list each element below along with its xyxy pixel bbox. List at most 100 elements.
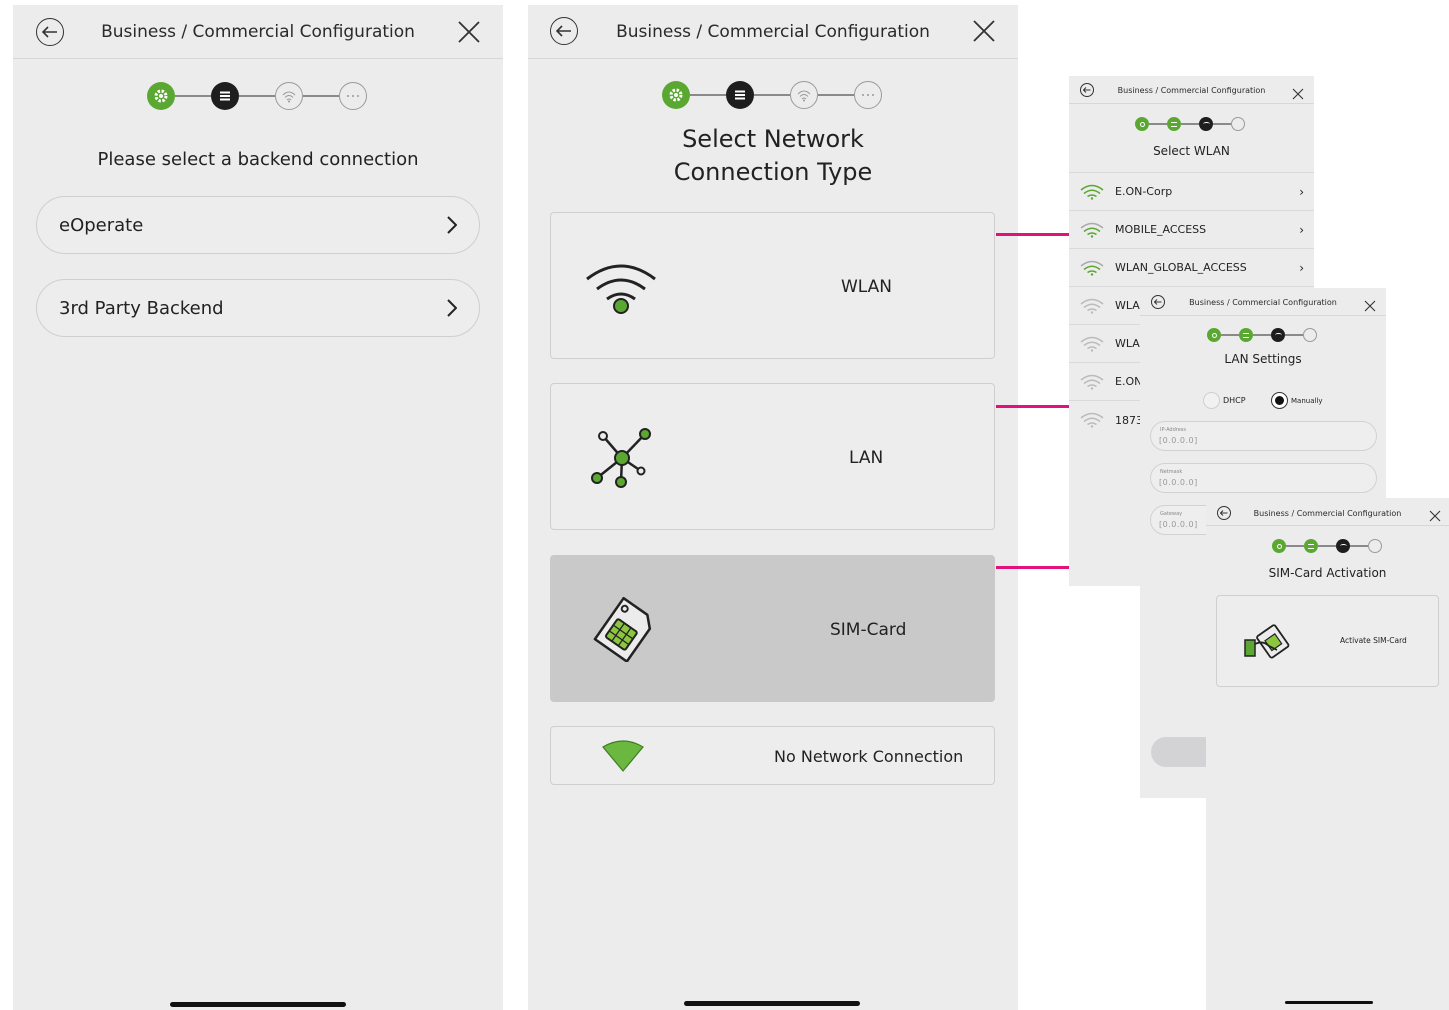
header: Business / Commercial Configuration: [1140, 288, 1386, 316]
step-network-todo: [790, 81, 818, 109]
chevron-right-icon: [447, 216, 457, 234]
step-backend-done: [1167, 117, 1181, 131]
close-icon: [973, 20, 995, 42]
header: Business / Commercial Configuration: [1206, 498, 1449, 526]
wifi-strong-icon: [1080, 184, 1104, 200]
option-sim-card[interactable]: SIM-Card: [550, 555, 995, 702]
wlan-name: WLA: [1115, 337, 1140, 350]
close-icon: [1364, 300, 1376, 312]
option-label: WLAN: [841, 277, 893, 297]
wlan-name: 1873: [1115, 413, 1143, 427]
option-wlan[interactable]: WLAN: [550, 212, 995, 359]
wlan-name: WLA: [1115, 299, 1140, 312]
page-title: Select Network Connection Type: [528, 123, 1018, 189]
radio-manually[interactable]: Manually: [1271, 392, 1323, 409]
page-title-line2: Connection Type: [673, 158, 873, 186]
step-network-active: [1199, 117, 1213, 131]
wlan-row[interactable]: WLAN_GLOBAL_ACCESS ›: [1069, 249, 1314, 287]
wifi-weak-icon: [1080, 374, 1104, 390]
page-title: Select WLAN: [1153, 144, 1230, 158]
close-button[interactable]: [972, 19, 996, 47]
list-icon: [735, 90, 745, 100]
chevron-right-icon: ›: [1299, 260, 1304, 275]
wifi-weak-icon: [1080, 412, 1104, 428]
field-value: [0.0.0.0]: [1159, 478, 1198, 487]
netmask-field[interactable]: Netmask [0.0.0.0]: [1150, 463, 1377, 493]
ip-address-field[interactable]: IP-Address [0.0.0.0]: [1150, 421, 1377, 451]
chevron-right-icon: [447, 299, 457, 317]
chevron-right-icon: ›: [1299, 222, 1304, 237]
option-label: 3rd Party Backend: [59, 297, 224, 319]
step-backend-done: [1304, 539, 1318, 553]
step-settings-done: [662, 81, 690, 109]
step-backend-active: [726, 81, 754, 109]
activate-label: Activate SIM-Card: [1340, 636, 1407, 645]
option-lan[interactable]: LAN: [550, 383, 995, 530]
progress-stepper: [147, 82, 367, 110]
connector-wlan: [996, 233, 1070, 236]
step-settings-done: [1135, 117, 1149, 131]
step-more-todo: [854, 81, 882, 109]
option-label: No Network Connection: [774, 747, 964, 766]
step-backend-done: [1239, 328, 1253, 342]
close-button[interactable]: [1429, 507, 1441, 526]
step-settings-done: [1272, 539, 1286, 553]
wlan-name: E.ON: [1115, 375, 1143, 388]
wifi-icon: [586, 264, 656, 314]
activate-sim-card-button[interactable]: Activate SIM-Card: [1216, 595, 1439, 687]
header: Business / Commercial Configuration: [13, 5, 503, 59]
wifi-weak-icon: [1080, 336, 1104, 352]
chevron-right-icon: ›: [1299, 184, 1304, 199]
wifi-weak-icon: [1080, 298, 1104, 314]
close-button[interactable]: [1364, 297, 1376, 316]
option-eoperate[interactable]: eOperate: [36, 196, 480, 254]
wifi-icon: [797, 90, 811, 102]
home-indicator: [1285, 1001, 1373, 1004]
wlan-name: WLAN_GLOBAL_ACCESS: [1115, 261, 1247, 274]
option-label: eOperate: [59, 214, 144, 236]
step-more-todo: [1303, 328, 1317, 342]
option-third-party-backend[interactable]: 3rd Party Backend: [36, 279, 480, 337]
close-button[interactable]: [1292, 85, 1304, 104]
page-title: LAN Settings: [1224, 352, 1302, 366]
wlan-name: MOBILE_ACCESS: [1115, 223, 1207, 236]
radio-checked: [1271, 392, 1288, 409]
screen-backend-selection: Business / Commercial Configuration Plea…: [13, 5, 503, 1010]
close-icon: [458, 21, 480, 43]
sim-card-icon: [593, 596, 652, 662]
progress-stepper: [662, 81, 882, 109]
option-label: SIM-Card: [830, 620, 907, 640]
home-indicator: [684, 1001, 860, 1006]
page-title: SIM-Card Activation: [1268, 566, 1387, 580]
backend-prompt: Please select a backend connection: [97, 149, 419, 170]
gear-icon: [154, 89, 168, 103]
step-network-active: [1271, 328, 1285, 342]
wifi-icon: [282, 91, 296, 103]
screen-network-type: Business / Commercial Configuration Sele…: [528, 5, 1018, 1010]
radio-dhcp[interactable]: DHCP: [1203, 392, 1246, 409]
step-more-todo: [339, 82, 367, 110]
radio-label: Manually: [1291, 396, 1323, 405]
wlan-row[interactable]: E.ON-Corp ›: [1069, 173, 1314, 211]
radio-label: DHCP: [1223, 396, 1246, 405]
option-no-network[interactable]: No Network Connection: [550, 726, 995, 785]
header-title: Business / Commercial Configuration: [1253, 509, 1402, 518]
header-title: Business / Commercial Configuration: [101, 22, 415, 42]
gear-icon: [669, 88, 683, 102]
wlan-name: E.ON-Corp: [1115, 185, 1173, 198]
list-icon: [220, 91, 230, 101]
progress-stepper: [1272, 539, 1382, 553]
close-button[interactable]: [457, 20, 481, 48]
field-label: Gateway: [1160, 511, 1183, 517]
wifi-medium-icon: [1080, 260, 1104, 276]
wlan-row[interactable]: MOBILE_ACCESS ›: [1069, 211, 1314, 249]
page-title-line1: Select Network: [682, 125, 864, 153]
header: Business / Commercial Configuration: [528, 5, 1018, 59]
more-icon: [347, 95, 359, 97]
step-network-active: [1336, 539, 1350, 553]
header-title: Business / Commercial Configuration: [1189, 298, 1337, 307]
close-icon: [1429, 510, 1441, 522]
header-title: Business / Commercial Configuration: [616, 22, 930, 42]
screen-sim-activation: Business / Commercial Configuration SIM-…: [1206, 498, 1449, 1010]
radio-unchecked: [1203, 392, 1220, 409]
